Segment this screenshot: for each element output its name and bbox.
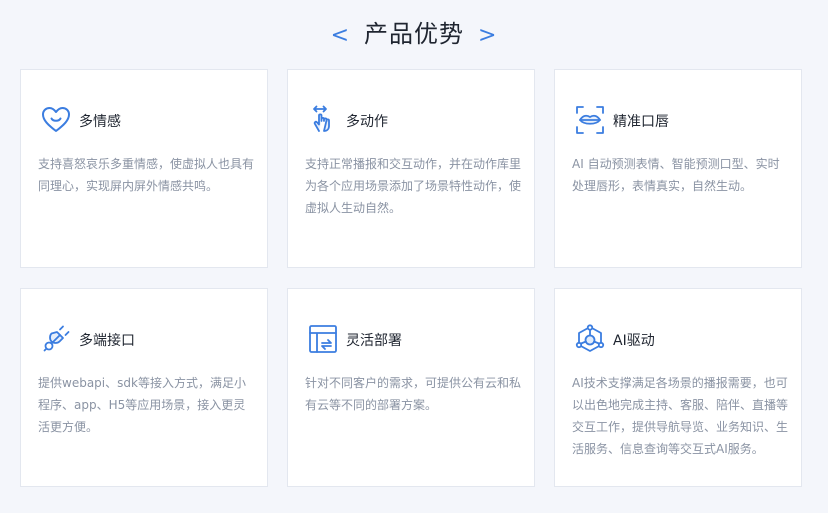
lip-scan-icon [574,104,606,136]
card-description: AI 自动预测表情、智能预测口型、实时处理唇形，表情真实，自然生动。 [572,157,780,193]
card-title: AI驱动 [613,333,655,349]
feature-card-api: 多端接口 提供webapi、sdk等接入方式，满足小程序、app、H5等应用场景… [20,288,268,487]
section-title-text: 产品优势 [364,20,464,48]
card-description: 支持喜怒哀乐多重情感，使虚拟人也具有同理心，实现屏内屏外情感共鸣。 [38,157,255,193]
plug-icon [40,323,72,355]
feature-card-lipsync: 精准口唇 AI 自动预测表情、智能预测口型、实时处理唇形，表情真实，自然生动。 [554,69,802,268]
feature-card-ai: AI驱动 AI技术支撑满足各场景的播报需要，也可以出色地完成主持、客服、陪伴、直… [554,288,802,487]
card-description: 支持正常播报和交互动作，并在动作库里为各个应用场景添加了场景特性动作，使虚拟人生… [305,157,522,215]
ai-hub-icon [574,323,606,355]
chevron-right-icon[interactable]: > [478,23,497,48]
hand-tap-icon [307,104,339,136]
feature-card-motion: 多动作 支持正常播报和交互动作，并在动作库里为各个应用场景添加了场景特性动作，使… [287,69,535,268]
card-description: AI技术支撑满足各场景的播报需要，也可以出色地完成主持、客服、陪伴、直播等交互工… [572,376,789,456]
card-title: 多动作 [346,114,388,130]
card-title: 多端接口 [79,333,135,349]
feature-card-deploy: 灵活部署 针对不同客户的需求，可提供公有云和私有云等不同的部署方案。 [287,288,535,487]
section-title: < 产品优势 > [0,14,828,49]
feature-card-emotion: 多情感 支持喜怒哀乐多重情感，使虚拟人也具有同理心，实现屏内屏外情感共鸣。 [20,69,268,268]
card-description: 针对不同客户的需求，可提供公有云和私有云等不同的部署方案。 [305,376,522,412]
chevron-left-icon[interactable]: < [331,23,350,48]
card-title: 灵活部署 [346,333,402,349]
heart-icon [40,104,72,136]
flexible-deploy-icon [307,323,339,355]
card-title: 多情感 [79,114,121,130]
card-description: 提供webapi、sdk等接入方式，满足小程序、app、H5等应用场景，接入更灵… [38,376,246,434]
card-title: 精准口唇 [613,114,669,130]
